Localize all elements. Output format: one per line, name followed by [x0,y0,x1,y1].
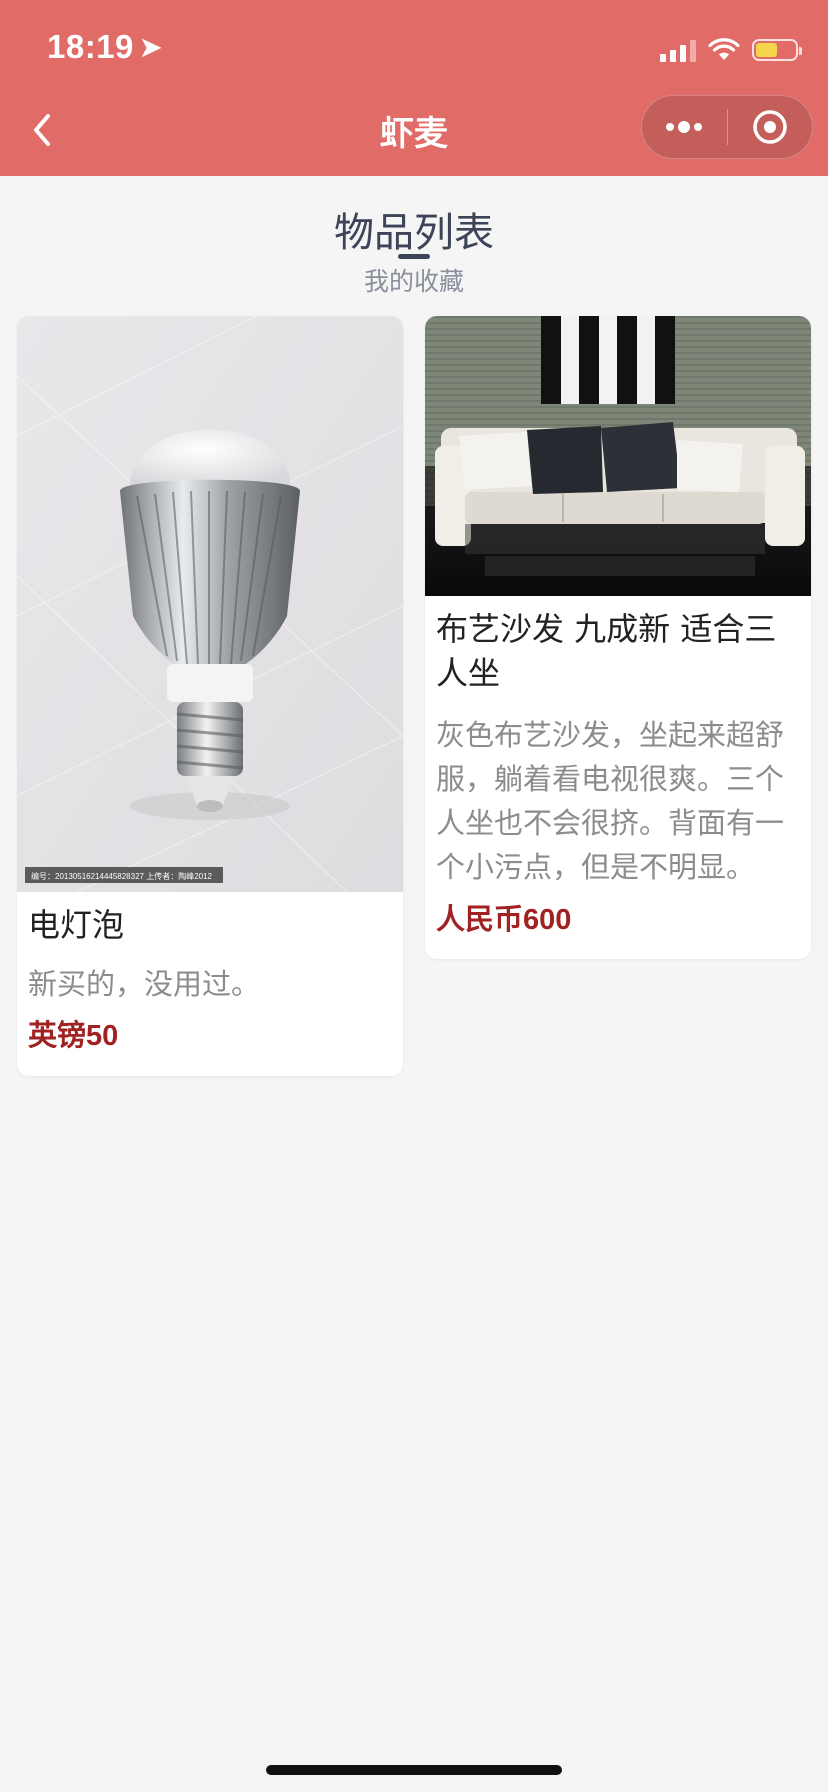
item-description: 灰色布艺沙发，坐起来超舒服，躺着看电视很爽。三个人坐也不会很挤。背面有一个小污点… [436,718,785,884]
wifi-icon [708,38,740,60]
mini-program-capsule [641,95,813,159]
section-subtitle: 我的收藏 [363,267,464,296]
item-name: 电灯泡 [28,906,125,944]
item-card[interactable]: 编号：20130516214445828327 上传者：陶峰2012 电灯泡 新… [17,316,403,1076]
item-price: 人民币600 [436,904,572,936]
item-image-sofa [425,316,811,596]
header-bar: 18:19 ➤ 虾麦 [0,0,828,176]
item-description: 新买的，没用过。 [28,967,261,1001]
target-circle-icon [753,110,787,144]
section-title-underline [398,254,430,259]
image-watermark-caption: 编号：20130516214445828327 上传者：陶峰2012 [31,871,213,881]
close-mini-program-button[interactable] [728,96,813,158]
status-bar-indicators [660,36,802,64]
cellular-signal-icon [660,38,696,62]
item-price: 英镑50 [28,1020,119,1052]
more-options-button[interactable] [642,96,727,158]
section-title: 物品列表 [334,210,494,256]
location-arrow-icon: ➤ [139,32,163,62]
item-card[interactable]: 布艺沙发 九成新 适合三人坐 灰色布艺沙发，坐起来超舒服，躺着看电视很爽。三个人… [425,316,811,959]
status-bar-time: 18:19 ➤ [47,28,163,65]
battery-level-fill [756,43,777,57]
item-name: 布艺沙发 九成新 适合三人坐 [436,610,777,692]
battery-icon [752,39,802,61]
more-dots-icon [666,121,703,133]
item-image-bulb: 编号：20130516214445828327 上传者：陶峰2012 [17,316,403,892]
home-indicator[interactable] [266,1765,562,1775]
